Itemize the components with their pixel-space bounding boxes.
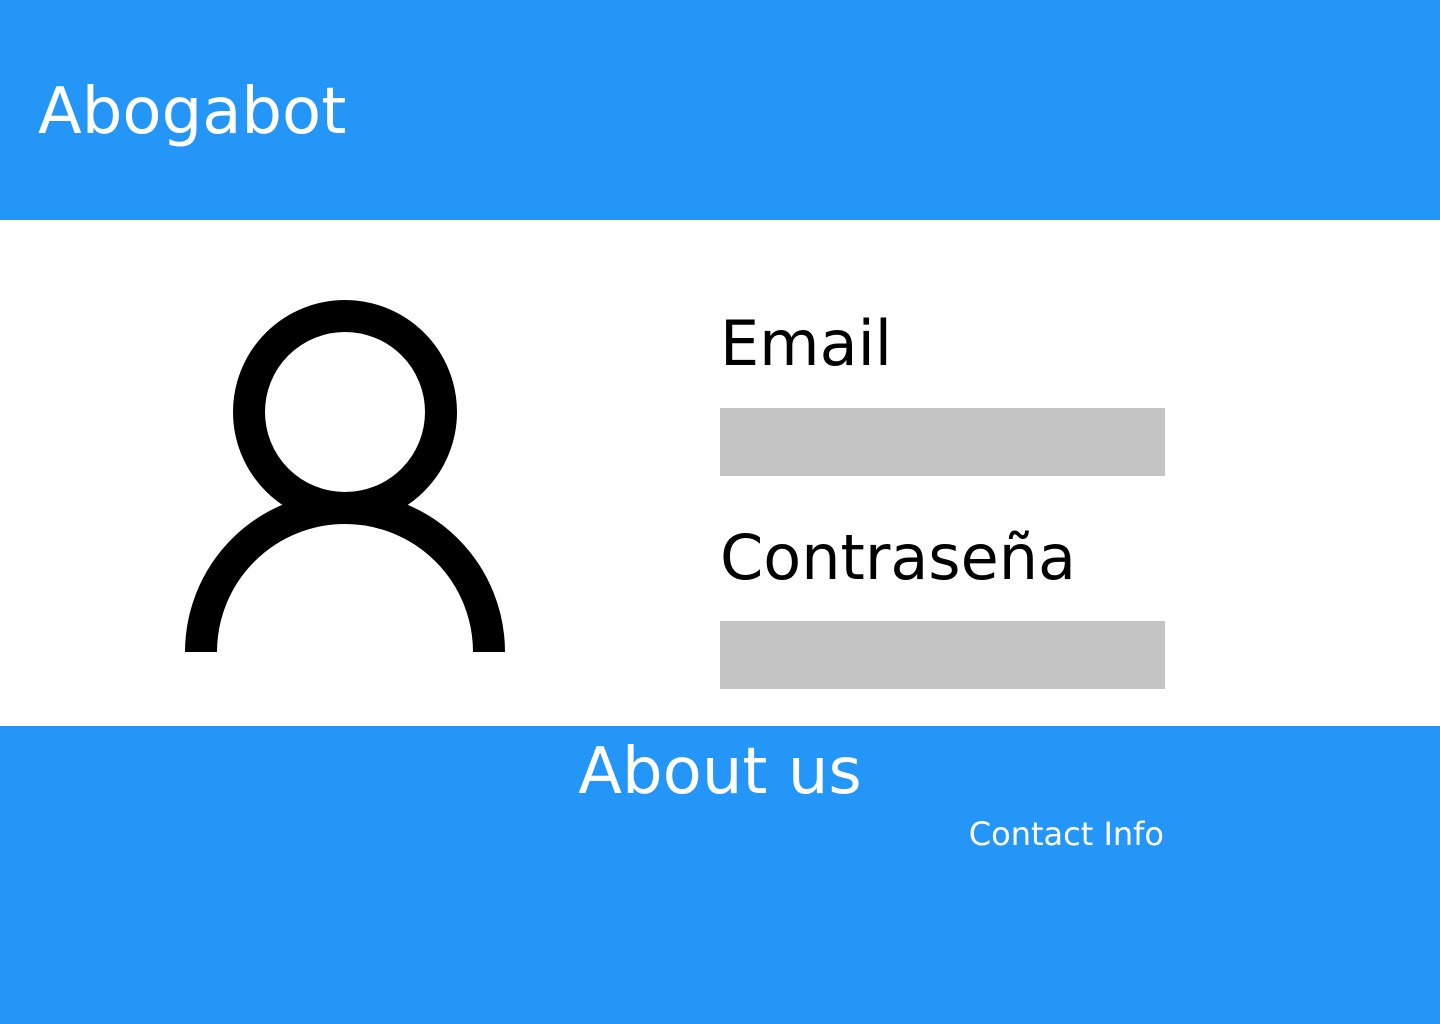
header-bar: Abogabot [0, 0, 1440, 220]
email-field[interactable] [720, 408, 1165, 476]
user-icon-head [233, 300, 457, 524]
user-icon [185, 300, 505, 653]
email-label: Email [720, 307, 893, 380]
password-label: Contraseña [720, 521, 1077, 594]
user-icon-body [185, 492, 505, 653]
contact-info-link[interactable]: Contact Info [969, 812, 1164, 856]
brand-logo-text[interactable]: Abogabot [38, 72, 346, 152]
about-us-link[interactable]: About us [0, 732, 1440, 812]
password-field[interactable] [720, 621, 1165, 689]
